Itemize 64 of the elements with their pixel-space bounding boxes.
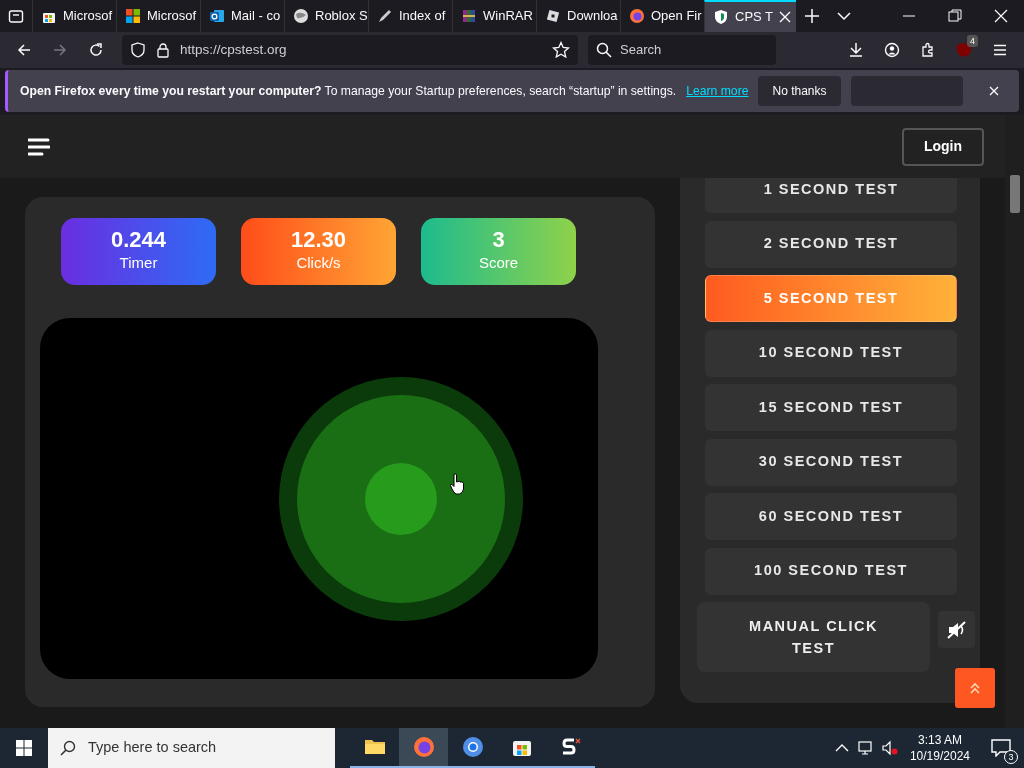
- test-button[interactable]: 2 SECOND TEST: [705, 220, 957, 268]
- login-button[interactable]: Login: [902, 127, 984, 166]
- menu-icon[interactable]: [992, 42, 1008, 58]
- notification-text: Open Firefox every time you restart your computer? To manage your Startup preferences, search “startup” in settings.: [20, 82, 677, 100]
- shield-icon: [713, 9, 729, 25]
- plus-icon[interactable]: [804, 8, 820, 24]
- mute-button[interactable]: [938, 611, 975, 648]
- globe-icon: [293, 8, 309, 24]
- learn-more-link[interactable]: Learn more: [686, 81, 749, 101]
- clock-time[interactable]: 3:13 AM: [909, 731, 970, 748]
- forward-icon[interactable]: [52, 42, 68, 58]
- close-icon[interactable]: [993, 8, 1009, 24]
- stat-label: Timer: [119, 253, 158, 274]
- no-thanks-button[interactable]: No thanks: [758, 76, 841, 106]
- account-icon[interactable]: [884, 42, 900, 58]
- test-button[interactable]: 1 SECOND TEST: [705, 178, 957, 213]
- hand-cursor-icon: [449, 473, 465, 495]
- search-field[interactable]: Search: [588, 35, 776, 65]
- click-area[interactable]: [40, 318, 598, 679]
- test-button[interactable]: 15 SECOND TEST: [705, 384, 957, 431]
- count-badge: 4: [967, 35, 978, 47]
- test-button[interactable]: 60 SECOND TEST: [705, 493, 957, 540]
- muted-speaker-icon[interactable]: [881, 740, 898, 756]
- star-icon[interactable]: [552, 41, 570, 59]
- stat-value: 0.244: [110, 228, 167, 253]
- muted-speaker-icon: [946, 620, 967, 639]
- tab-list-icon[interactable]: [8, 8, 24, 24]
- back-icon[interactable]: [16, 42, 32, 58]
- stat-value: 12.30: [290, 228, 347, 253]
- stat-label: Click/s: [296, 253, 341, 274]
- restore-icon[interactable]: [947, 8, 963, 24]
- manual-test-button[interactable]: MANUAL CLICK TEST: [697, 602, 930, 672]
- browser-tab[interactable]: CPS T: [704, 0, 796, 32]
- url-text: https://cpstest.org: [180, 40, 287, 59]
- notification-count: 3: [1004, 750, 1018, 764]
- chevrons-up-icon: [970, 682, 980, 694]
- network-icon[interactable]: [857, 740, 874, 756]
- notification-icon[interactable]: [991, 739, 1011, 757]
- squares-icon: [125, 8, 141, 24]
- close-icon[interactable]: [989, 86, 999, 96]
- search-icon: [60, 740, 76, 756]
- address-bar[interactable]: https://cpstest.org: [122, 35, 578, 65]
- firefox-icon: [629, 8, 645, 24]
- menu-icon[interactable]: [28, 137, 50, 156]
- shield-icon: [130, 42, 146, 58]
- books-icon: [461, 8, 477, 24]
- test-button[interactable]: 100 SECOND TEST: [705, 547, 957, 595]
- search-icon: [596, 42, 612, 58]
- puzzle-icon[interactable]: [920, 42, 936, 58]
- clock-date[interactable]: 10/19/2024: [909, 748, 970, 765]
- stat-value: 3: [492, 228, 505, 253]
- pen-icon: [377, 8, 393, 24]
- firefox-icon: [411, 735, 436, 759]
- mail-icon: [209, 8, 225, 24]
- circle-icon: [460, 735, 485, 759]
- taskbar-search[interactable]: Type here to search: [48, 728, 335, 768]
- stat-label: Score: [478, 253, 519, 274]
- reload-icon[interactable]: [88, 42, 104, 58]
- windows-logo-icon: [16, 740, 32, 756]
- test-button[interactable]: 30 SECOND TEST: [705, 438, 957, 486]
- close-icon[interactable]: [779, 11, 792, 23]
- download-icon[interactable]: [848, 42, 864, 58]
- lock-icon: [156, 42, 170, 58]
- test-button[interactable]: 10 SECOND TEST: [705, 329, 957, 377]
